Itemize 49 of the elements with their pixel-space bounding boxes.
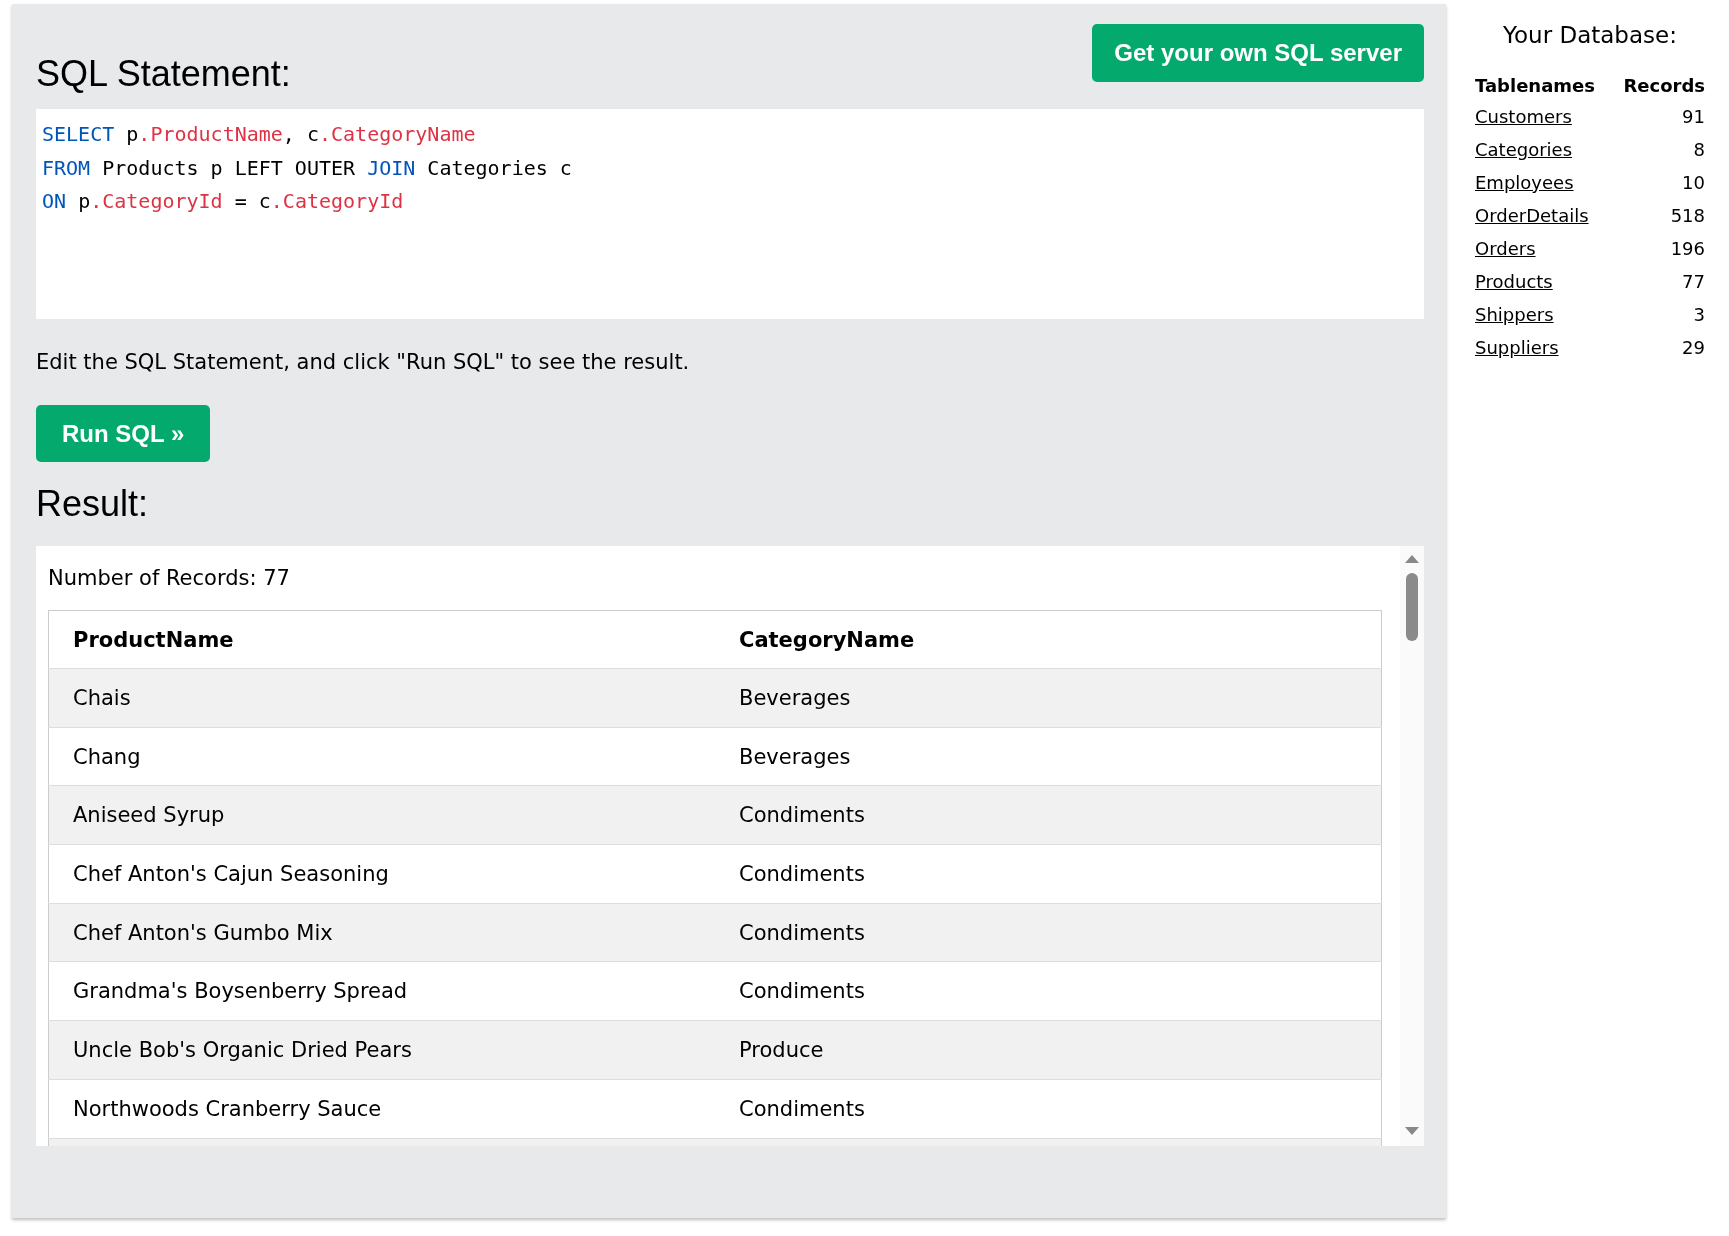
table-link[interactable]: Products [1475, 271, 1553, 292]
record-count: 77 [1682, 271, 1705, 292]
code-line: ON p.CategoryId = c.CategoryId [42, 188, 405, 215]
table-link[interactable]: Customers [1475, 106, 1572, 127]
table-cell: Condiments [715, 844, 1382, 904]
record-count: 91 [1682, 106, 1705, 127]
table-cell: Chef Anton's Gumbo Mix [48, 903, 715, 962]
table-cell: Condiments [715, 903, 1382, 962]
instruction-text: Edit the SQL Statement, and click "Run SQL" to see the result. [36, 349, 691, 376]
table-cell: Grandma's Boysenberry Spread [48, 961, 715, 1021]
column-header: Tablenames [1475, 73, 1596, 98]
table-cell: Chais [48, 668, 715, 728]
table-cell: Northwoods Cranberry Sauce [48, 1079, 715, 1138]
sidebar-title: Your Database: [1502, 21, 1678, 50]
record-count: 196 [1670, 238, 1705, 259]
table-cell: Condiments [715, 961, 1382, 1021]
record-count: 8 [1693, 139, 1705, 160]
column-header: CategoryName [715, 610, 1382, 669]
table-link[interactable]: Suppliers [1475, 337, 1559, 358]
table-link[interactable]: Employees [1475, 172, 1574, 193]
scroll-down-icon[interactable] [1405, 1127, 1419, 1135]
record-count: Number of Records: 77 [48, 565, 291, 592]
section-heading: Result: [36, 482, 150, 526]
table-link[interactable]: Shippers [1475, 304, 1554, 325]
table-cell: Chef Anton's Cajun Seasoning [48, 844, 715, 904]
table-link[interactable]: Orders [1475, 238, 1536, 259]
table-cell: Uncle Bob's Organic Dried Pears [48, 1020, 715, 1080]
table-cell: Produce [715, 1020, 1382, 1080]
table-cell: Beverages [715, 668, 1382, 728]
record-count: 10 [1682, 172, 1705, 193]
section-heading: SQL Statement: [36, 52, 291, 96]
table-link[interactable]: OrderDetails [1475, 205, 1589, 226]
record-count: 3 [1693, 304, 1705, 325]
sql-editor[interactable]: SELECT p.ProductName, c.CategoryName FROM Products p LEFT OUTER JOIN Categories c ON p.CategoryId = c.CategoryId [36, 109, 1424, 319]
table-cell: Beverages [715, 727, 1382, 786]
code-line: FROM Products p LEFT OUTER JOIN Categories c [42, 154, 573, 182]
scrollbar-thumb[interactable] [1406, 573, 1418, 641]
table-cell: Aniseed Syrup [48, 785, 715, 845]
table-cell: Chang [48, 727, 715, 786]
table-cell: Condiments [715, 785, 1382, 845]
column-header: Records [1622, 73, 1705, 98]
record-count: 29 [1682, 337, 1705, 358]
code-line: SELECT p.ProductName, c.CategoryName [42, 121, 477, 148]
scroll-up-icon[interactable] [1405, 555, 1419, 563]
table-cell: Condiments [715, 1079, 1382, 1138]
scrollbar[interactable] [1400, 546, 1424, 1146]
record-count: 518 [1670, 205, 1705, 226]
column-header: ProductName [48, 610, 715, 669]
table-link[interactable]: Categories [1475, 139, 1573, 160]
